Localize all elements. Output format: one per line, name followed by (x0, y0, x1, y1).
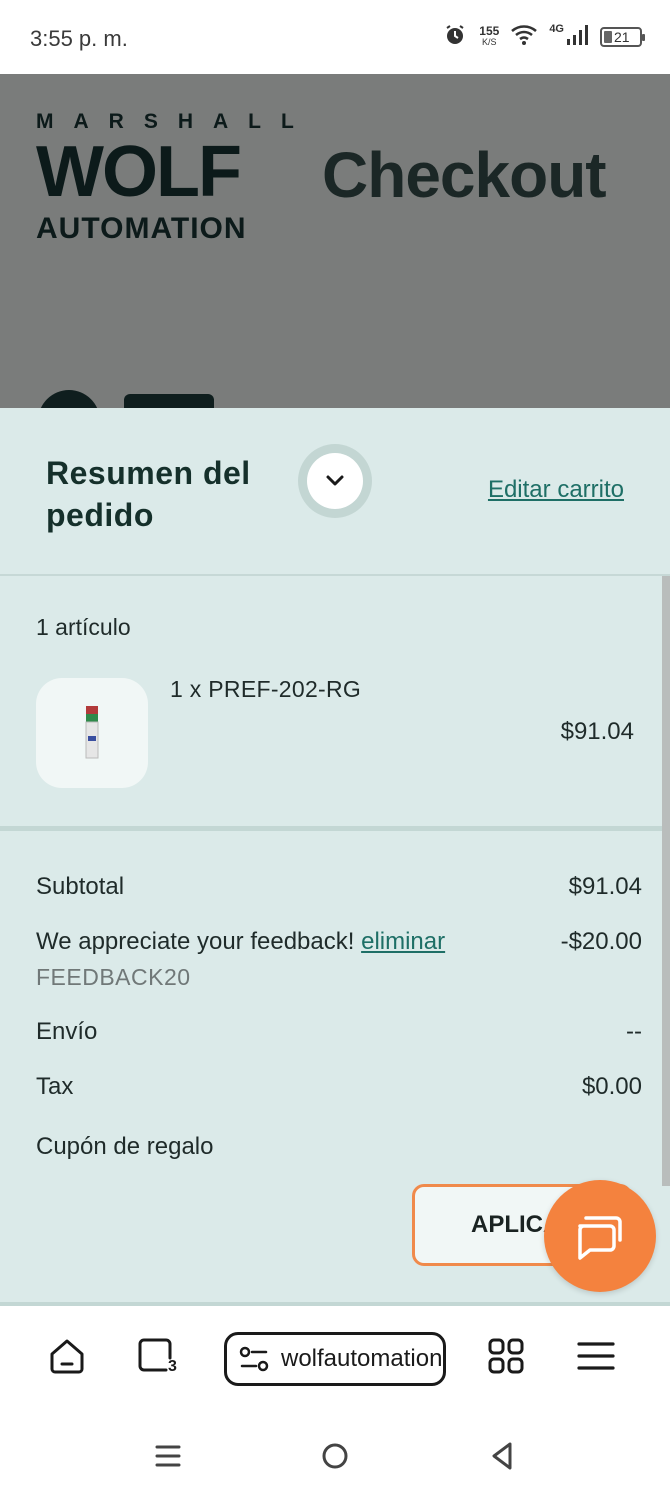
speed-value: 155 (479, 24, 500, 38)
page-background: MARSHALL WOLF AUTOMATION Checkout (0, 74, 670, 408)
subtotal-row: Subtotal $91.04 (36, 873, 642, 901)
network-speed: 155 K/S (479, 24, 500, 48)
site-logo[interactable]: MARSHALL WOLF AUTOMATION (36, 110, 326, 245)
signal-icon (566, 24, 588, 51)
remove-discount-link[interactable]: eliminar (361, 928, 445, 955)
home-circle-icon (322, 1443, 348, 1469)
chat-icon (578, 1216, 622, 1260)
tax-label: Tax (36, 1073, 74, 1100)
summary-toggle[interactable] (298, 444, 372, 518)
discount-row: We appreciate your feedback! eliminar -$… (36, 928, 642, 956)
battery-level (604, 31, 612, 43)
summary-title: Resumen del pedido (46, 455, 251, 533)
product-thumbnail (36, 678, 148, 788)
back-icon (492, 1442, 512, 1470)
status-icons: 155 K/S 4G 21 (443, 22, 645, 52)
product-name: 1 x PREF-202-RG (170, 676, 362, 702)
product-image (85, 706, 99, 759)
cart-items: 1 artículo 1 x PREF-202-RG $91.04 (0, 576, 662, 828)
battery-percent: 21 (614, 29, 630, 45)
discount-label: We appreciate your feedback! (36, 928, 355, 955)
status-time: 3:55 p. m. (30, 26, 128, 51)
subtotal-value: $91.04 (568, 873, 642, 900)
step-indicator (38, 390, 100, 408)
discount-code: FEEDBACK20 (36, 964, 191, 990)
gift-coupon-label: Cupón de regalo (36, 1133, 214, 1160)
chat-button[interactable] (544, 1180, 656, 1292)
page-title: Checkout (322, 139, 607, 211)
system-nav-bar (0, 1410, 670, 1500)
logo-main-text: WOLF (36, 132, 242, 212)
recent-apps-icon (155, 1445, 181, 1467)
subtotal-label: Subtotal (36, 873, 125, 900)
menu-icon (577, 1342, 615, 1370)
logo-bottom-text: AUTOMATION (36, 212, 247, 245)
tax-value: $0.00 (581, 1073, 642, 1100)
home-button[interactable] (45, 1334, 89, 1378)
summary-toggle-button[interactable] (307, 453, 363, 509)
apps-button[interactable] (484, 1334, 528, 1378)
items-count: 1 artículo (36, 614, 131, 640)
edit-cart-link[interactable]: Editar carrito (488, 476, 624, 504)
chevron-down-icon (326, 475, 344, 486)
network-type: 4G (549, 23, 564, 35)
scrollbar[interactable] (662, 576, 670, 1186)
step-label (124, 394, 214, 408)
recent-apps-button[interactable] (148, 1436, 188, 1476)
summary-header: Resumen del pedido Editar carrito (0, 408, 670, 576)
gift-coupon-row: Cupón de regalo (36, 1133, 642, 1161)
shipping-label: Envío (36, 1018, 98, 1045)
shipping-row: Envío -- (36, 1018, 642, 1046)
grid-icon (488, 1338, 524, 1374)
url-bar[interactable]: wolfautomation (224, 1332, 446, 1386)
browser-toolbar: 3 wolfautomation (0, 1306, 670, 1410)
home-nav-button[interactable] (315, 1436, 355, 1476)
status-bar: 3:55 p. m. 155 K/S 4G 21 (0, 0, 670, 74)
alarm-icon (443, 23, 467, 52)
url-text: wolfautomation (281, 1345, 443, 1372)
shipping-value: -- (626, 1018, 642, 1045)
section-divider (0, 826, 670, 831)
site-settings-icon (239, 1346, 269, 1372)
speed-unit: K/S (482, 37, 497, 47)
home-icon (50, 1339, 84, 1374)
wifi-icon (511, 24, 538, 51)
tabs-count: 3 (168, 1358, 177, 1375)
battery-icon: 21 (600, 27, 645, 47)
discount-value: -$20.00 (560, 928, 642, 955)
product-price: $91.04 (560, 718, 634, 745)
back-button[interactable] (482, 1436, 522, 1476)
menu-button[interactable] (574, 1334, 618, 1378)
tax-row: Tax $0.00 (36, 1073, 642, 1101)
order-summary-panel: Resumen del pedido Editar carrito 1 artí… (0, 408, 670, 1306)
